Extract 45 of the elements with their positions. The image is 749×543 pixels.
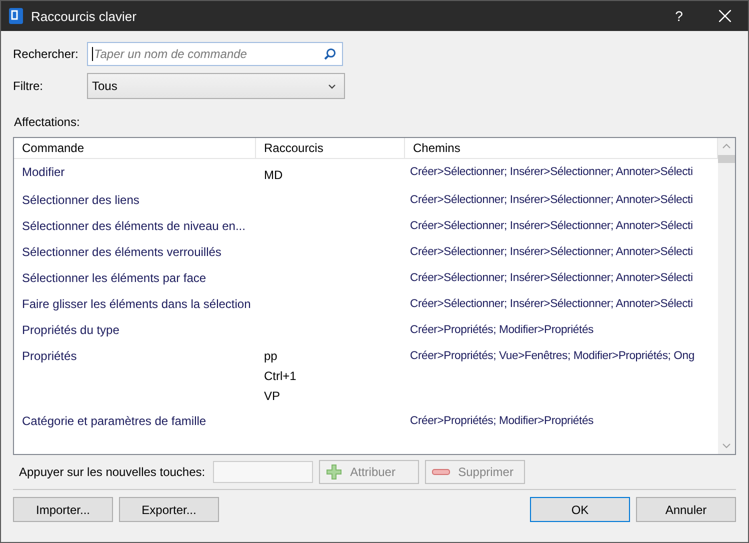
command-cell-text: Sélectionner les éléments par face (21, 271, 208, 286)
new-keys-label: Appuyer sur les nouvelles touches: (19, 465, 206, 479)
paths-cell-text: Créer>Propriétés; Modifier>Propriétés (409, 323, 594, 338)
search-field[interactable]: Taper un nom de commande (87, 42, 343, 66)
paths-cell-text: Créer>Sélectionner; Insérer>Sélectionner; Annoter>Sélecti (409, 165, 694, 180)
command-cell-text: Sélectionner des éléments de niveau en... (21, 219, 246, 234)
search-label: Rechercher: (13, 47, 80, 61)
shortcut-cell-text: pp (264, 349, 278, 363)
paths-cell-text: Créer>Sélectionner; Insérer>Sélectionner; Annoter>Sélecti (409, 297, 694, 312)
paths-cell-text: Créer>Propriétés; Modifier>Propriétés (409, 414, 594, 429)
column-header[interactable]: Raccourcis (256, 138, 405, 158)
command-cell-text: Sélectionner des liens (21, 193, 140, 208)
shortcut-cell-text: VP (264, 389, 282, 403)
command-cell-text: Propriétés (21, 349, 78, 365)
paths-cell-text: Créer>Sélectionner; Insérer>Sélectionner; Annoter>Sélecti (409, 245, 694, 260)
app-logo-icon (9, 8, 23, 24)
filter-label: Filtre: (13, 79, 44, 93)
filter-dropdown[interactable]: Tous (87, 73, 345, 99)
help-button[interactable]: ? (656, 8, 702, 24)
export-button[interactable]: Exporter... (119, 497, 219, 522)
scrollbar[interactable] (718, 138, 735, 454)
column-header[interactable]: Commande (14, 138, 256, 158)
ok-button[interactable]: OK (530, 497, 630, 522)
plus-icon (326, 464, 342, 480)
command-cell-text: Sélectionner des éléments verrouillés (21, 245, 222, 260)
paths-cell-text: Créer>Sélectionner; Insérer>Sélectionner; Annoter>Sélecti (409, 219, 694, 234)
new-keys-field[interactable] (213, 461, 314, 483)
scroll-thumb[interactable] (718, 155, 735, 163)
close-icon[interactable] (719, 10, 731, 22)
command-cell-text: Catégorie et paramètres de famille (21, 414, 208, 429)
minus-icon (432, 469, 450, 475)
chevron-down-icon (328, 84, 336, 88)
window-title: Raccourcis clavier (31, 8, 138, 24)
command-cell-text: Faire glisser les éléments dans la sélection (21, 297, 252, 312)
paths-cell-text: Créer>Sélectionner; Insérer>Sélectionner; Annoter>Sélecti (409, 193, 694, 208)
shortcut-cell-text: MD (264, 168, 284, 182)
cancel-button[interactable]: Annuler (636, 497, 736, 522)
command-cell-text: Modifier (21, 165, 66, 181)
paths-cell-text: Créer>Sélectionner; Insérer>Sélectionner; Annoter>Sélecti (409, 271, 694, 286)
command-cell-text: Propriétés du type (21, 323, 120, 338)
import-button[interactable]: Importer... (13, 497, 113, 522)
assignments-label: Affectations: (14, 115, 81, 129)
paths-cell-text: Créer>Propriétés; Vue>Fenêtres; Modifier>Propriétés; Ong (409, 349, 696, 364)
search-icon (324, 48, 336, 60)
shortcut-cell-text: Ctrl+1 (264, 369, 298, 383)
